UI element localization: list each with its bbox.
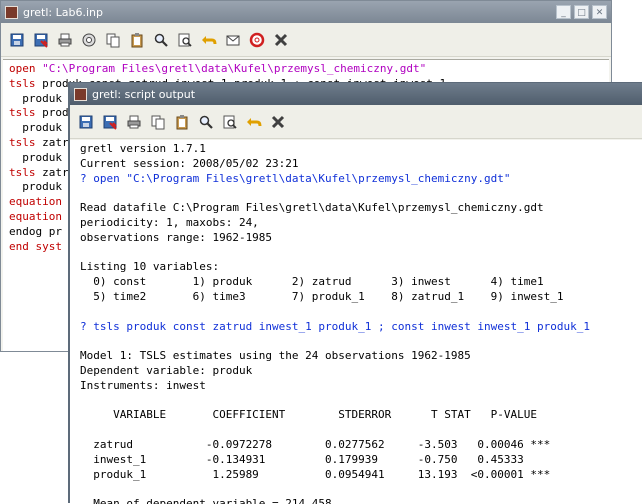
output-line: produk_1 1.25989 0.0954941 13.193 <0.000…	[80, 467, 551, 481]
run-button[interactable]	[77, 28, 101, 52]
output-line: 5) time2 6) time3 7) produk_1 8) zatrud_…	[80, 289, 564, 303]
output-titlebar[interactable]: gretl: script output	[70, 83, 642, 105]
paste-icon	[131, 32, 143, 47]
save-as-icon	[34, 33, 48, 48]
mail-icon	[226, 35, 240, 45]
find-button[interactable]	[194, 110, 218, 134]
minimize-button[interactable]: _	[556, 5, 571, 19]
editor-titlebar[interactable]: gretl: Lab6.inp _ □ ✕	[1, 1, 611, 23]
script-line: open "C:\Program Files\gretl\data\Kufel\…	[9, 62, 427, 75]
undo-button[interactable]	[197, 28, 221, 52]
help-icon	[249, 32, 265, 47]
close-button[interactable]	[269, 28, 293, 52]
output-line: Listing 10 variables:	[80, 260, 220, 274]
find-icon	[199, 115, 213, 129]
undo-button[interactable]	[242, 110, 266, 134]
find-icon	[154, 33, 168, 47]
gretl-app-icon	[5, 5, 18, 19]
save-icon	[10, 33, 24, 46]
output-line: Dependent variable: produk	[80, 363, 253, 377]
print-icon	[127, 115, 141, 128]
output-toolbar	[70, 105, 642, 139]
output-line: ? tsls produk const zatrud inwest_1 prod…	[80, 319, 590, 333]
output-line: 0) const 1) produk 2) zatrud 3) inwest 4…	[80, 275, 544, 289]
replace-button[interactable]	[218, 110, 242, 134]
close-button[interactable]	[266, 110, 290, 134]
close-icon	[274, 33, 288, 46]
copy-button[interactable]	[146, 110, 170, 134]
save-icon	[79, 115, 93, 128]
save-as-button[interactable]	[98, 110, 122, 134]
replace-icon	[178, 33, 192, 47]
save-as-icon	[103, 115, 117, 130]
output-line: Instruments: inwest	[80, 378, 206, 392]
output-line: inwest_1 -0.134931 0.179939 -0.750 0.453…	[80, 452, 524, 466]
close-icon	[271, 115, 285, 128]
copy-icon	[106, 33, 120, 47]
output-line: ? open "C:\Program Files\gretl\data\Kufe…	[80, 171, 511, 185]
save-as-button[interactable]	[29, 28, 53, 52]
output-text[interactable]: gretl version 1.7.1 Current session: 2008…	[70, 140, 642, 504]
paste-icon	[176, 114, 188, 129]
maximize-button[interactable]: □	[574, 5, 589, 19]
find-button[interactable]	[149, 28, 173, 52]
help-button[interactable]	[245, 28, 269, 52]
save-button[interactable]	[74, 110, 98, 134]
output-window: gretl: script output gretl version 1.7.1…	[68, 82, 642, 504]
editor-toolbar	[1, 23, 611, 57]
close-window-button[interactable]: ✕	[592, 5, 607, 19]
output-title: gretl: script output	[92, 87, 196, 101]
gretl-app-icon	[74, 87, 87, 101]
output-line: Model 1: TSLS estimates using the 24 obs…	[80, 349, 471, 363]
run-icon	[82, 33, 96, 46]
output-line: VARIABLE COEFFICIENT STDERROR T STAT P-V…	[80, 408, 537, 422]
print-button[interactable]	[53, 28, 77, 52]
output-line: zatrud -0.0972278 0.0277562 -3.503 0.000…	[80, 437, 551, 451]
editor-title: gretl: Lab6.inp	[23, 5, 103, 19]
replace-icon	[223, 115, 237, 129]
output-line: periodicity: 1, maxobs: 24,	[80, 215, 259, 229]
paste-button[interactable]	[125, 28, 149, 52]
print-icon	[58, 33, 72, 46]
output-line: Read datafile C:\Program Files\gretl\dat…	[80, 201, 544, 215]
copy-icon	[151, 115, 165, 129]
mail-button[interactable]	[221, 28, 245, 52]
output-line: gretl version 1.7.1	[80, 142, 206, 155]
undo-icon	[247, 117, 262, 126]
undo-icon	[202, 35, 217, 44]
save-button[interactable]	[5, 28, 29, 52]
replace-button[interactable]	[173, 28, 197, 52]
output-line: observations range: 1962-1985	[80, 230, 273, 244]
copy-button[interactable]	[101, 28, 125, 52]
output-line: Current session: 2008/05/02 23:21	[80, 156, 299, 170]
print-button[interactable]	[122, 110, 146, 134]
paste-button[interactable]	[170, 110, 194, 134]
